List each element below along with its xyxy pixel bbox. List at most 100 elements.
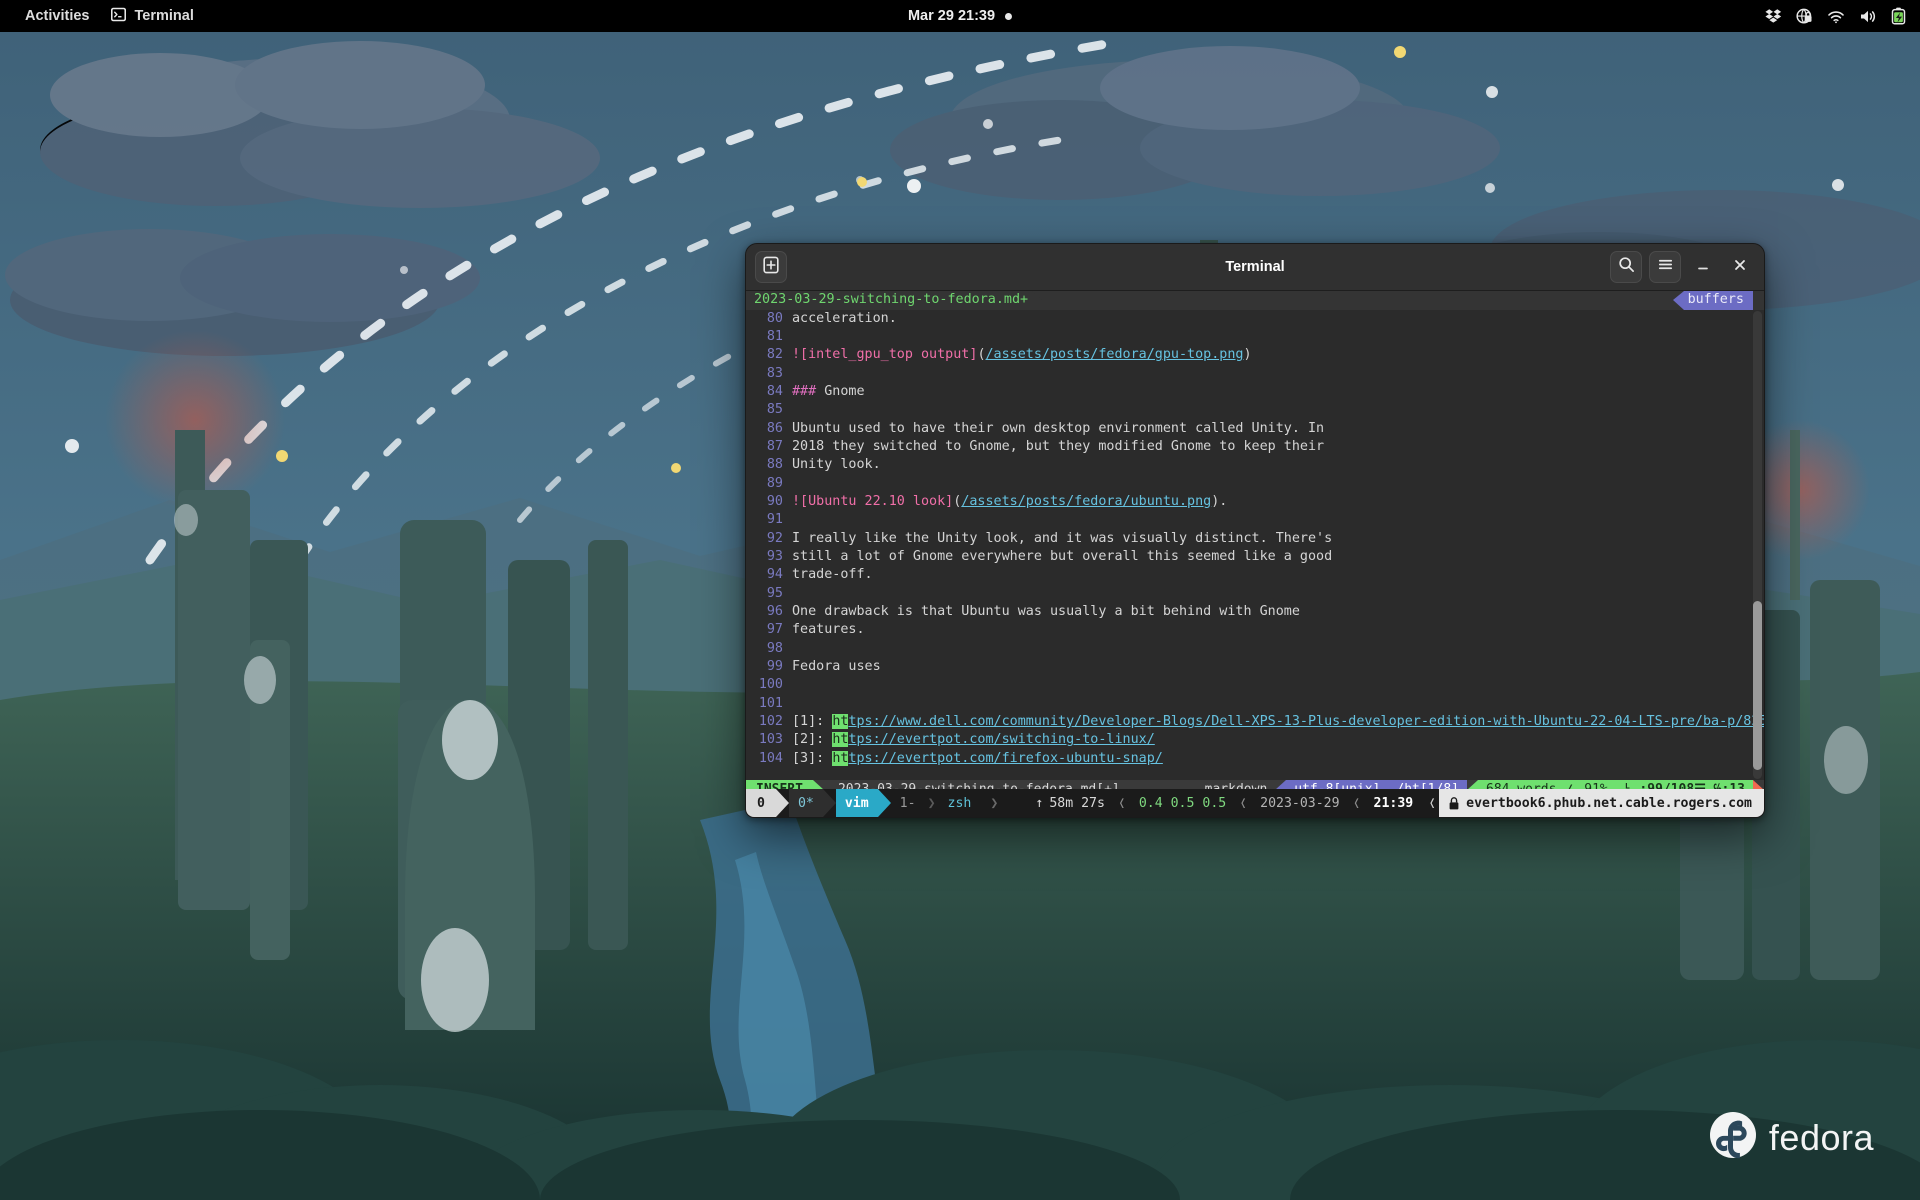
vim-tab-active[interactable]: 2023-03-29-switching-to-fedora.md+ bbox=[746, 291, 1043, 310]
vim-tabline[interactable]: 2023-03-29-switching-to-fedora.md+ buffe… bbox=[746, 291, 1764, 310]
tmux-clock: 21:39 bbox=[1364, 789, 1423, 817]
vim-line-text: Fedora uses bbox=[792, 658, 881, 676]
vim-buffer-line: 103 [2]: https://evertpot.com/switching-t… bbox=[746, 731, 1764, 749]
vim-editor-buffer[interactable]: 80 acceleration. 81 82 ![intel_gpu_top outpu… bbox=[746, 310, 1764, 800]
vim-tabline-right[interactable]: buffers bbox=[1672, 291, 1764, 310]
vim-line-number: 101 bbox=[758, 695, 783, 711]
vim-line-text: I really like the Unity look, and it was… bbox=[792, 530, 1332, 548]
tmux-uptime: 58m 27s bbox=[1047, 789, 1114, 817]
vim-buffer-line: 91 bbox=[746, 511, 1764, 529]
clock-button[interactable]: Mar 29 21:39 bbox=[907, 8, 1013, 24]
vim-text-span: acceleration. bbox=[792, 310, 897, 326]
vim-text-span: ![intel_gpu_top output] bbox=[792, 347, 978, 363]
vim-text-span[interactable]: /assets/posts/fedora/gpu-top.png bbox=[986, 347, 1244, 362]
vim-buffer-line: 89 bbox=[746, 475, 1764, 493]
vim-buffer-line: 80 acceleration. bbox=[746, 310, 1764, 328]
vim-text-span[interactable]: /assets/posts/fedora/ubuntu.png bbox=[961, 494, 1211, 509]
tmux-window-1-index[interactable]: 1- bbox=[890, 789, 925, 817]
vim-text-span[interactable]: tps://evertpot.com/switching-to-linux/ bbox=[848, 732, 1154, 747]
vim-buffers-tab[interactable]: buffers bbox=[1683, 291, 1753, 310]
scrollbar-thumb[interactable] bbox=[1753, 601, 1762, 770]
vim-line-number: 96 bbox=[766, 604, 783, 619]
fedora-logo-icon bbox=[1709, 1111, 1757, 1164]
tmux-arrow-2-icon bbox=[822, 789, 836, 817]
vim-line-text: One drawback is that Ubuntu was usually … bbox=[792, 603, 1300, 621]
tmux-load-average: 0.4 0.5 0.5 bbox=[1129, 789, 1236, 817]
battery-charging-icon bbox=[1891, 7, 1906, 25]
vim-text-span[interactable]: tps://www.dell.com/community/Developer-B… bbox=[848, 714, 1764, 729]
vim-text-span: [2]: bbox=[792, 732, 833, 748]
vim-text-span: Fedora uses bbox=[792, 659, 881, 675]
vim-text-span: ( bbox=[977, 347, 986, 363]
system-tray[interactable] bbox=[1765, 7, 1906, 25]
vim-text-span[interactable]: tps://evertpot.com/firefox-ubuntu-snap/ bbox=[848, 751, 1162, 766]
clock-label: Mar 29 21:39 bbox=[907, 8, 996, 24]
wifi-icon bbox=[1827, 8, 1845, 25]
search-icon bbox=[1618, 256, 1635, 278]
notification-dot-icon bbox=[1005, 12, 1013, 20]
minimize-button[interactable] bbox=[1688, 252, 1718, 282]
vim-line-text: [1]: https://www.dell.com/community/Deve… bbox=[792, 713, 1764, 731]
vim-line-number: 97 bbox=[766, 622, 783, 638]
tmux-window-0-index[interactable]: 0* bbox=[788, 789, 823, 817]
vim-text-span: Ubuntu used to have their own desktop en… bbox=[792, 420, 1325, 436]
vim-line-text: acceleration. bbox=[792, 310, 897, 328]
close-icon bbox=[1732, 257, 1748, 278]
fedora-branding: fedora bbox=[1709, 1111, 1874, 1164]
terminal-titlebar[interactable]: Terminal bbox=[746, 244, 1764, 291]
vim-text-span: [1]: bbox=[792, 714, 833, 730]
fedora-wordmark: fedora bbox=[1768, 1116, 1874, 1158]
tmux-window-0-name[interactable]: vim bbox=[835, 789, 878, 817]
vim-text-span: trade-off. bbox=[792, 567, 873, 583]
terminal-content[interactable]: 2023-03-29-switching-to-fedora.md+ buffe… bbox=[746, 291, 1764, 817]
vim-line-number: 88 bbox=[766, 457, 783, 473]
terminal-app-icon bbox=[111, 7, 127, 26]
vim-line-text: 2018 they switched to Gnome, but they mo… bbox=[792, 438, 1324, 456]
tmux-sep-date-icon: ❬ bbox=[1239, 795, 1248, 811]
vim-text-span: ![Ubuntu 22.10 look] bbox=[792, 493, 954, 509]
vim-line-text: [2]: https://evertpot.com/switching-to-l… bbox=[792, 731, 1155, 749]
gnome-top-panel: Activities Terminal Mar 29 21:39 bbox=[0, 0, 1920, 32]
minimize-icon bbox=[1695, 257, 1711, 278]
vim-buffer-line: 87 2018 they switched to Gnome, but they … bbox=[746, 438, 1764, 456]
vim-line-text: ![intel_gpu_top output](/assets/posts/fe… bbox=[792, 346, 1252, 364]
new-tab-button[interactable] bbox=[755, 251, 787, 283]
close-button[interactable] bbox=[1725, 252, 1755, 282]
vim-text-span: features. bbox=[792, 622, 865, 638]
tmux-arrow-1-icon bbox=[775, 789, 789, 817]
vim-buffer-line: 92 I really like the Unity look, and it w… bbox=[746, 530, 1764, 548]
vim-line-text: Unity look. bbox=[792, 456, 881, 474]
vim-buffer-line: 90 ![Ubuntu 22.10 look](/assets/posts/fed… bbox=[746, 493, 1764, 511]
activities-button[interactable]: Activities bbox=[14, 4, 100, 28]
volume-icon bbox=[1859, 8, 1877, 25]
tmux-uptime-icon: ↑ bbox=[1026, 789, 1048, 817]
vim-buffer-line: 98 bbox=[746, 640, 1764, 658]
vim-line-number: 82 bbox=[766, 347, 783, 363]
vim-buffer-line: 81 bbox=[746, 328, 1764, 346]
vim-line-number: 83 bbox=[766, 365, 783, 381]
terminal-scrollbar[interactable] bbox=[1753, 311, 1762, 779]
vim-buffer-line: 82 ![intel_gpu_top output](/assets/posts/… bbox=[746, 346, 1764, 364]
vim-text-span: Unity look. bbox=[792, 457, 881, 473]
tmux-hostname: evertbook6.phub.net.cable.rogers.com bbox=[1439, 789, 1764, 817]
vim-line-text: ### Gnome bbox=[792, 383, 865, 401]
search-button[interactable] bbox=[1610, 251, 1642, 283]
vim-line-number: 93 bbox=[766, 548, 783, 564]
vim-buffer-line: 102 [1]: https://www.dell.com/community/D… bbox=[746, 713, 1764, 731]
tmux-sep-clock-icon: ❬ bbox=[1352, 795, 1361, 811]
vim-text-span: ) bbox=[1243, 347, 1252, 363]
app-menu-button[interactable]: Terminal bbox=[100, 3, 204, 30]
vim-line-number: 91 bbox=[766, 512, 783, 528]
tmux-window-1-name[interactable]: zsh bbox=[938, 789, 981, 817]
tmux-date: 2023-03-29 bbox=[1251, 789, 1349, 817]
tmux-status-bar[interactable]: 0 0* vim 1- ❯ zsh ❯ ↑ 58m 27s ❬ 0.4 0.5 … bbox=[746, 789, 1764, 817]
menu-button[interactable] bbox=[1649, 251, 1681, 283]
terminal-window[interactable]: Terminal 2023-03-29-switching-to-fedora.… bbox=[745, 243, 1765, 818]
vim-buffer-line: 83 bbox=[746, 365, 1764, 383]
vim-line-number: 103 bbox=[758, 732, 783, 748]
vim-text-span: Gnome bbox=[816, 383, 865, 399]
vim-line-number: 90 bbox=[766, 493, 783, 509]
vim-buffer-line: 104 [3]: https://evertpot.com/firefox-ubu… bbox=[746, 750, 1764, 768]
vim-buffer-line: 94 trade-off. bbox=[746, 566, 1764, 584]
vim-line-number: 94 bbox=[766, 567, 783, 583]
